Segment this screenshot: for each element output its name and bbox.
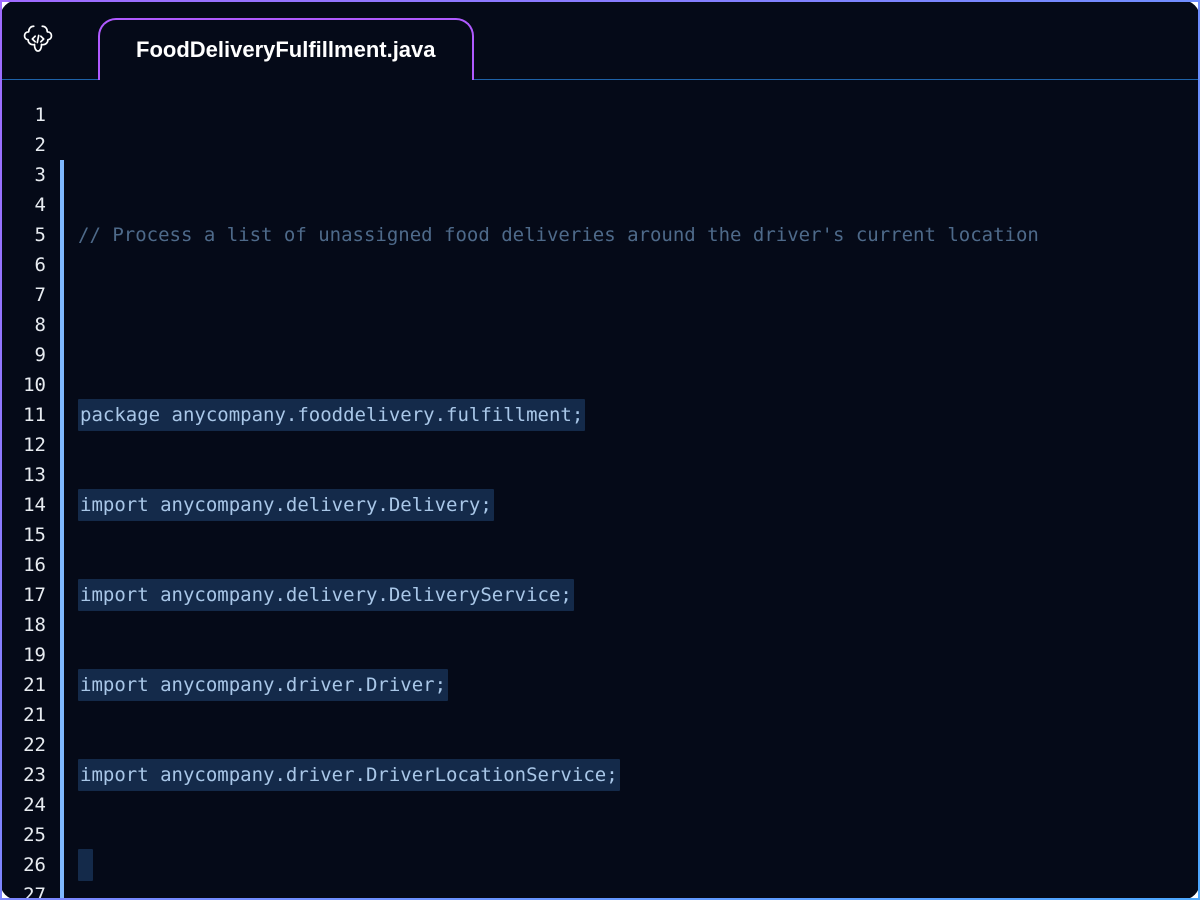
line-number: 11 [2, 400, 46, 430]
line-number: 1 [2, 100, 46, 130]
line-number: 23 [2, 760, 46, 790]
line-number: 2 [2, 130, 46, 160]
code-editor[interactable]: 1234567891011121314151617181921212223242… [2, 80, 1198, 900]
code-line: import anycompany.delivery.DeliveryServi… [78, 579, 574, 611]
line-number: 26 [2, 850, 46, 880]
line-number: 18 [2, 610, 46, 640]
line-number: 14 [2, 490, 46, 520]
editor-window: FoodDeliveryFulfillment.java 12345678910… [0, 0, 1200, 900]
line-number: 9 [2, 340, 46, 370]
code-line [78, 849, 93, 881]
tab-bar: FoodDeliveryFulfillment.java [2, 2, 1198, 80]
line-number: 24 [2, 790, 46, 820]
line-number: 3 [2, 160, 46, 190]
code-line: package anycompany.fooddelivery.fulfillm… [78, 399, 585, 431]
line-number: 13 [2, 460, 46, 490]
code-line: import anycompany.driver.DriverLocationS… [78, 759, 620, 791]
line-number: 4 [2, 190, 46, 220]
app-logo-icon [20, 21, 56, 57]
line-number: 12 [2, 430, 46, 460]
line-number: 19 [2, 640, 46, 670]
code-area[interactable]: // Process a list of unassigned food del… [60, 100, 1198, 900]
line-number: 7 [2, 280, 46, 310]
code-line: // Process a list of unassigned food del… [78, 220, 1039, 250]
line-number: 15 [2, 520, 46, 550]
tab-title: FoodDeliveryFulfillment.java [136, 37, 436, 63]
line-number: 6 [2, 250, 46, 280]
line-number: 27 [2, 880, 46, 900]
line-number: 10 [2, 370, 46, 400]
code-line: import anycompany.delivery.Delivery; [78, 489, 494, 521]
line-number: 21 [2, 700, 46, 730]
tab-active[interactable]: FoodDeliveryFulfillment.java [98, 18, 474, 80]
line-number: 25 [2, 820, 46, 850]
line-number: 21 [2, 670, 46, 700]
code-line: import anycompany.driver.Driver; [78, 669, 448, 701]
line-number-gutter: 1234567891011121314151617181921212223242… [2, 100, 60, 900]
line-number: 16 [2, 550, 46, 580]
line-number: 5 [2, 220, 46, 250]
line-number: 22 [2, 730, 46, 760]
selection-indicator [60, 160, 64, 900]
line-number: 17 [2, 580, 46, 610]
line-number: 8 [2, 310, 46, 340]
